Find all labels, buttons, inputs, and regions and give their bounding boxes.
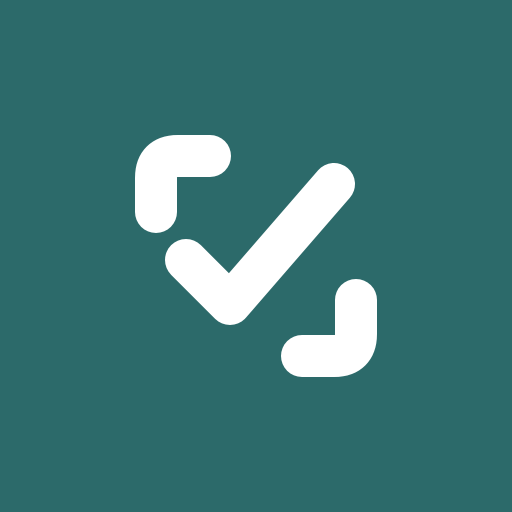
app-icon — [0, 0, 512, 512]
check-scan-icon — [0, 0, 512, 512]
